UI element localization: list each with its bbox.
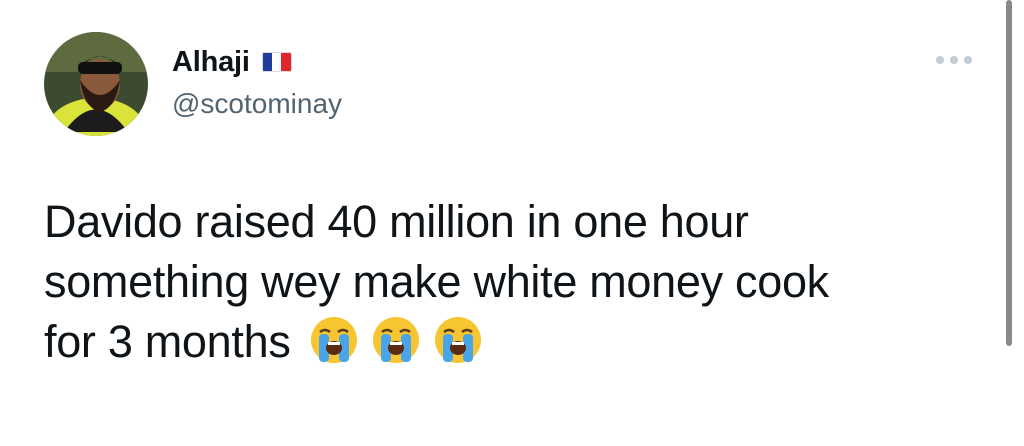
- tweet-text-line: something wey make white money cook: [44, 256, 829, 307]
- loudly-crying-face-emoji-icon: [434, 317, 481, 363]
- tweet-header: Alhaji @scotominay: [172, 44, 342, 122]
- more-horizontal-icon-dot: [936, 56, 944, 64]
- tweet-text: Davido raised 40 million in one hour som…: [44, 192, 994, 372]
- tweet-card: Alhaji @scotominay Davido raised 40 mill…: [0, 0, 1024, 446]
- more-options-button[interactable]: [936, 56, 972, 64]
- loudly-crying-face-emoji-icon: [372, 317, 419, 363]
- tweet-text-line: for 3 months: [44, 312, 994, 372]
- user-handle[interactable]: @scotominay: [172, 86, 342, 122]
- name-row: Alhaji: [172, 44, 342, 80]
- avatar-image: [44, 32, 148, 136]
- more-horizontal-icon-dot: [950, 56, 958, 64]
- scrollbar[interactable]: [1006, 0, 1012, 346]
- france-flag-icon: [261, 52, 292, 72]
- loudly-crying-face-emoji-icon: [310, 317, 357, 363]
- tweet-text-segment: for 3 months: [44, 316, 291, 367]
- tweet-text-line: Davido raised 40 million in one hour: [44, 196, 749, 247]
- display-name[interactable]: Alhaji: [172, 44, 250, 80]
- more-horizontal-icon-dot: [964, 56, 972, 64]
- avatar[interactable]: [44, 32, 148, 136]
